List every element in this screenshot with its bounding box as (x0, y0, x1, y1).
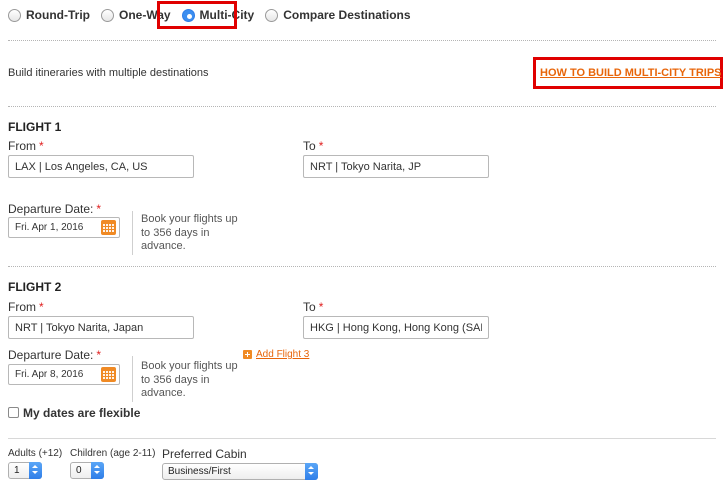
divider (132, 211, 133, 255)
select-arrows-icon[interactable] (91, 462, 104, 479)
children-label: Children (age 2-11) (70, 448, 156, 459)
departure-date-label-text: Departure Date: (8, 348, 94, 362)
how-to-build-link[interactable]: HOW TO BUILD MULTI-CITY TRIPS (540, 67, 722, 79)
cabin-label: Preferred Cabin (162, 447, 247, 461)
radio-one-way-circle[interactable] (100, 8, 114, 22)
flight-1-from-label: From * (8, 139, 44, 153)
children-select[interactable]: 0 (70, 462, 104, 479)
radio-round-trip-label[interactable]: Round-Trip (26, 8, 90, 22)
add-flight-label[interactable]: Add Flight 3 (256, 349, 309, 360)
flight-2-from-label: From * (8, 300, 44, 314)
divider (132, 356, 133, 402)
flight-1-date-value[interactable]: Fri. Apr 1, 2016 (15, 222, 83, 233)
adults-label: Adults (+12) (8, 448, 63, 459)
required-mark: * (96, 202, 102, 216)
divider (8, 266, 716, 267)
flight-1-to-input[interactable] (303, 155, 489, 178)
plus-icon[interactable] (243, 350, 252, 359)
flight-1-to-label: To * (303, 139, 323, 153)
required-mark: * (318, 139, 324, 153)
required-mark: * (318, 300, 324, 314)
select-arrows-icon[interactable] (29, 462, 42, 479)
to-label-text: To (303, 300, 316, 314)
flight-2-from-input[interactable] (8, 316, 194, 339)
flight-1-date-field[interactable]: Fri. Apr 1, 2016 (8, 217, 120, 238)
flight-2-date-label: Departure Date: * (8, 348, 101, 362)
required-mark: * (39, 300, 44, 314)
divider (8, 40, 716, 41)
add-flight-button[interactable]: Add Flight 3 (243, 349, 309, 360)
cabin-select[interactable]: Business/First (162, 463, 318, 480)
flight-1-title: FLIGHT 1 (8, 120, 62, 134)
select-arrows-icon[interactable] (305, 463, 318, 480)
calendar-icon[interactable] (101, 220, 116, 235)
radio-round-trip[interactable]: Round-Trip (8, 8, 90, 22)
radio-compare-destinations[interactable]: Compare Destinations (265, 8, 411, 22)
flexible-dates-checkbox[interactable] (8, 407, 19, 418)
adults-select[interactable]: 1 (8, 462, 42, 479)
flight-2-booking-note: Book your flights up to 356 days in adva… (141, 360, 238, 399)
required-mark: * (39, 139, 44, 153)
from-label-text: From (8, 139, 36, 153)
radio-compare-destinations-label[interactable]: Compare Destinations (283, 8, 410, 22)
radio-compare-destinations-circle[interactable] (265, 8, 279, 22)
flight-2-date-value[interactable]: Fri. Apr 8, 2016 (15, 369, 83, 380)
intro-text: Build itineraries with multiple destinat… (8, 67, 209, 79)
adults-value[interactable]: 1 (14, 465, 20, 476)
flexible-dates-label[interactable]: My dates are flexible (23, 406, 140, 420)
required-mark: * (96, 348, 102, 362)
calendar-icon[interactable] (101, 367, 116, 382)
children-value[interactable]: 0 (76, 465, 82, 476)
divider (8, 106, 716, 107)
multi-city-highlight (157, 1, 237, 29)
divider (8, 438, 716, 439)
from-label-text: From (8, 300, 36, 314)
flight-1-from-input[interactable] (8, 155, 194, 178)
flight-2-to-label: To * (303, 300, 323, 314)
flight-2-date-field[interactable]: Fri. Apr 8, 2016 (8, 364, 120, 385)
cabin-value[interactable]: Business/First (168, 466, 231, 477)
radio-round-trip-circle[interactable] (8, 8, 21, 22)
flight-1-booking-note: Book your flights up to 356 days in adva… (141, 213, 238, 252)
flight-1-date-label: Departure Date: * (8, 202, 101, 216)
to-label-text: To (303, 139, 316, 153)
departure-date-label-text: Departure Date: (8, 202, 94, 216)
flight-2-to-input[interactable] (303, 316, 489, 339)
flight-2-title: FLIGHT 2 (8, 280, 62, 294)
